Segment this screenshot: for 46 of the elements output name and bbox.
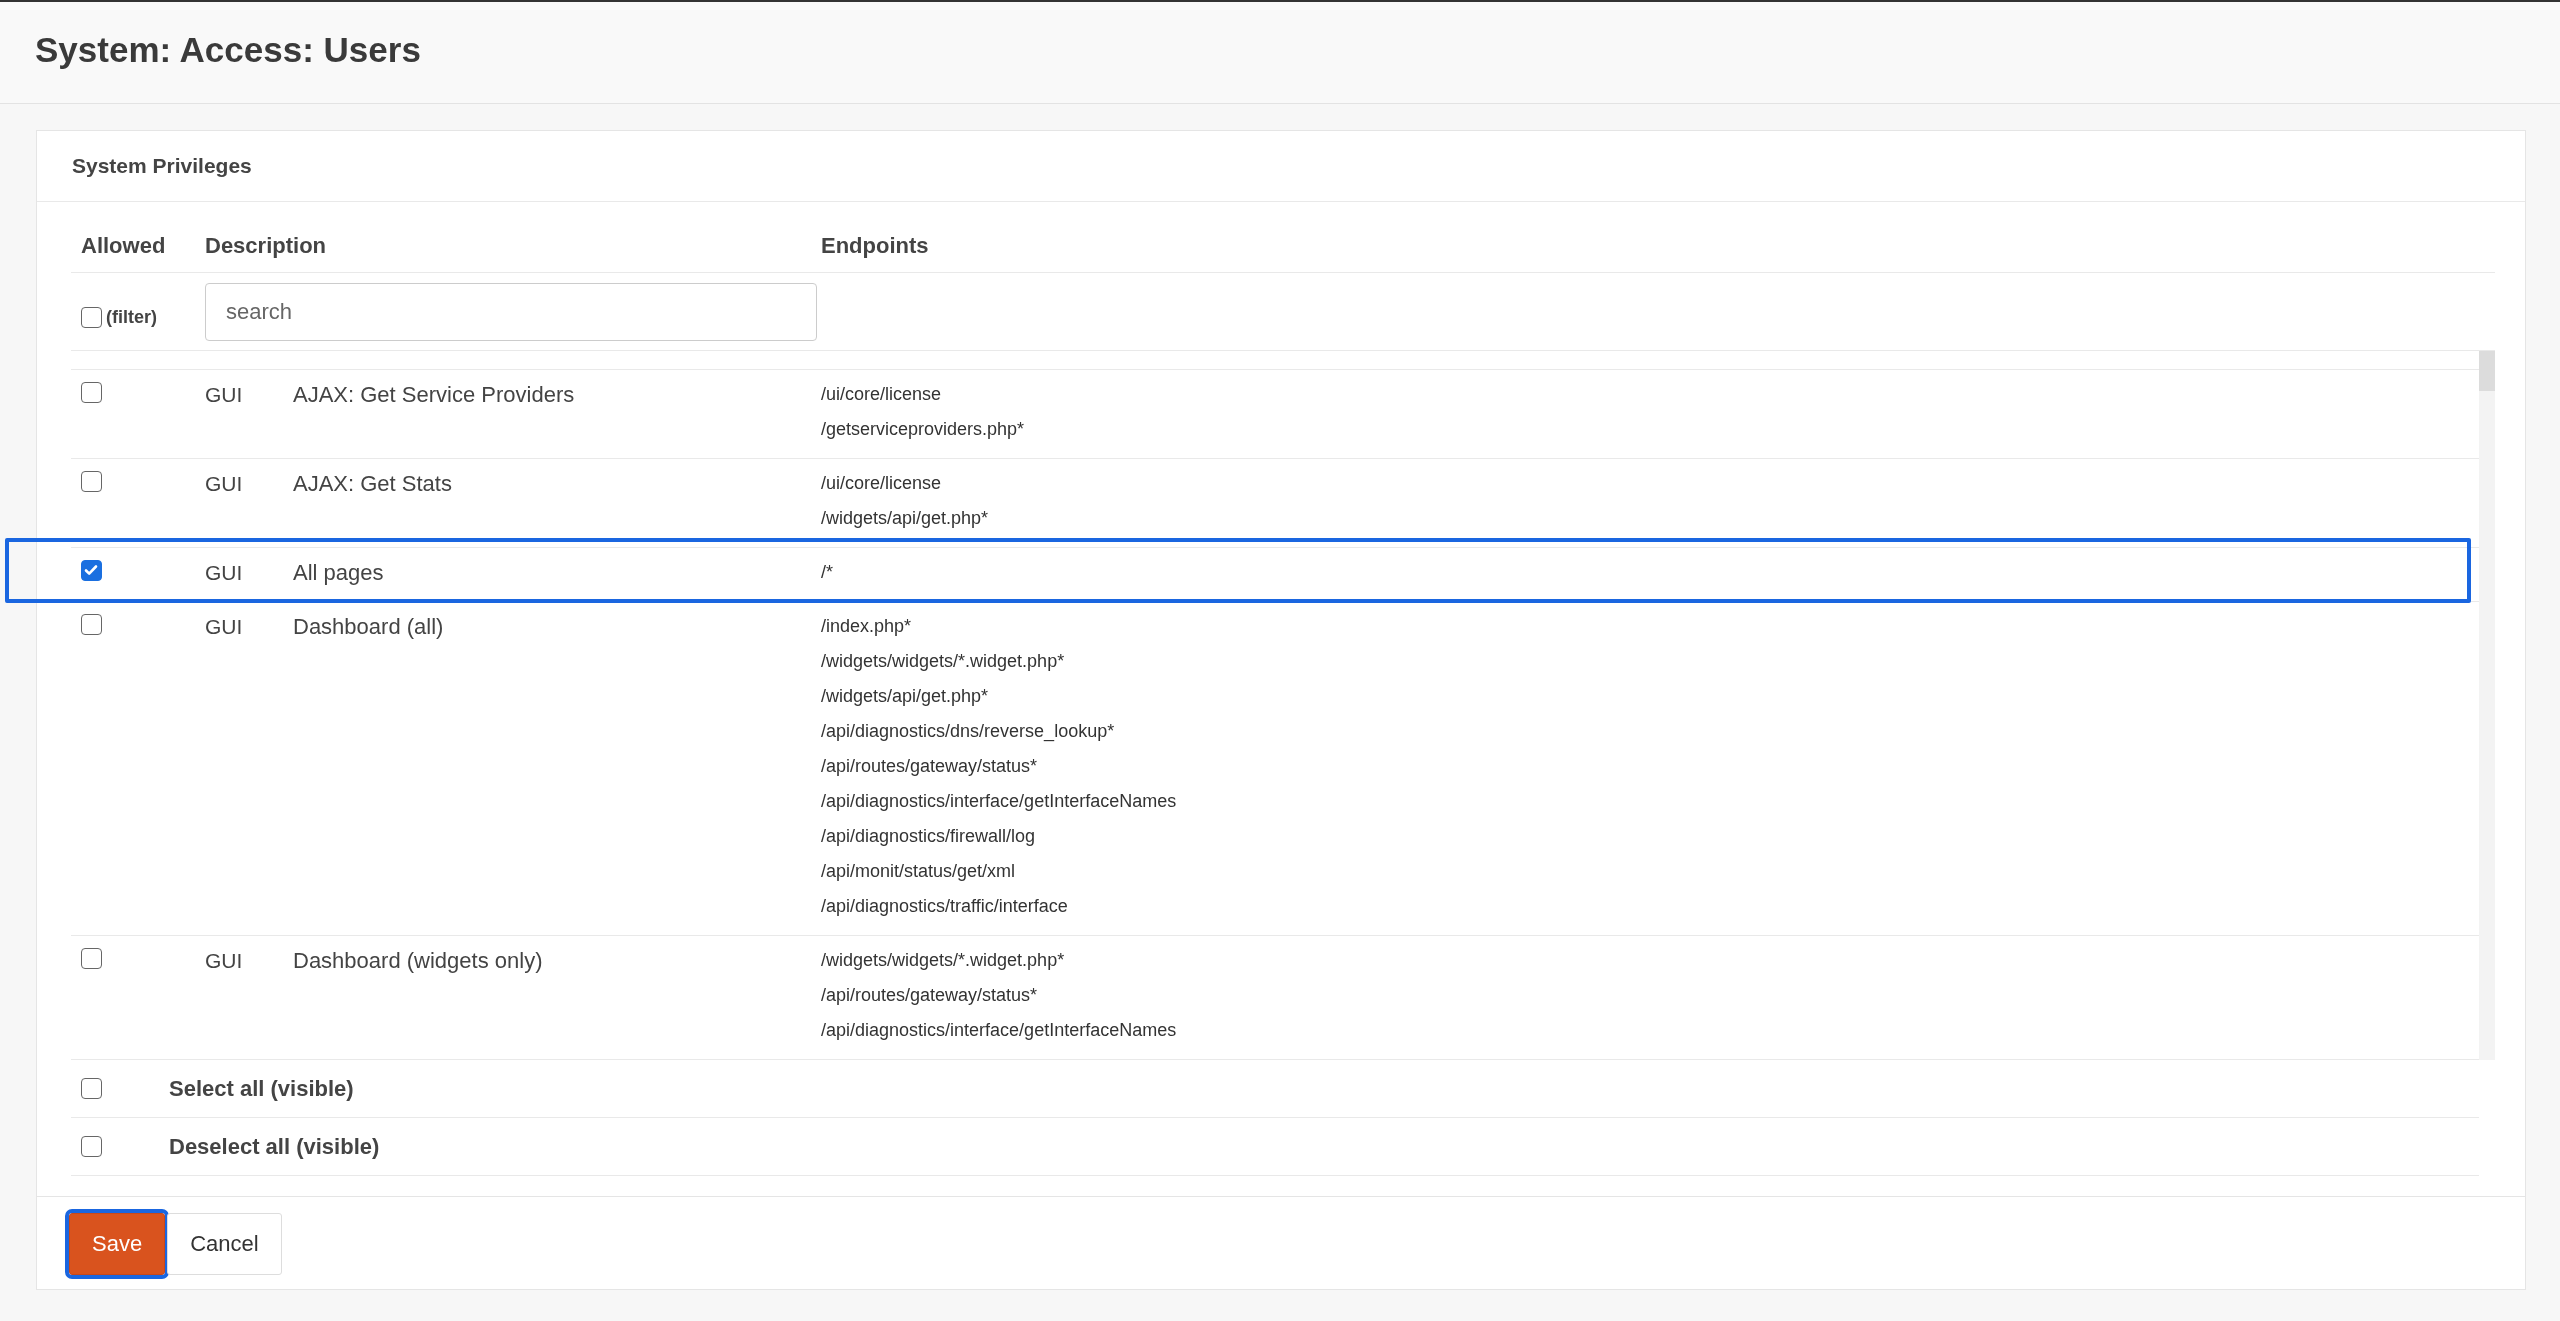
endpoint-path: /widgets/widgets/*.widget.php* — [821, 949, 1066, 972]
privilege-name: AJAX: Get Service Providers — [293, 381, 576, 409]
endpoint-path: /api/routes/gateway/status* — [821, 984, 1039, 1007]
endpoint-path: /getserviceproviders.php* — [821, 418, 1025, 441]
endpoint-path: /api/diagnostics/firewall/log — [821, 825, 1037, 848]
bulk-action-label[interactable]: Deselect all (visible) — [169, 1133, 380, 1160]
page-title: System: Access: Users — [34, 29, 422, 70]
endpoint-path: /api/diagnostics/traffic/interface — [821, 895, 1069, 918]
privilege-name: All pages — [293, 559, 385, 587]
privilege-name: Dashboard (widgets only) — [293, 947, 544, 975]
column-header: Description — [205, 233, 328, 259]
filter-label: (filter) — [106, 307, 157, 328]
column-header: Endpoints — [821, 233, 929, 259]
category-label: GUI — [205, 614, 244, 640]
category-label: GUI — [205, 382, 244, 408]
privilege-name: Dashboard (all) — [293, 613, 445, 641]
endpoint-path: /api/diagnostics/interface/getInterfaceNames — [821, 1019, 1177, 1042]
endpoint-path: /ui/core/license — [821, 383, 943, 406]
category-label: GUI — [205, 560, 244, 586]
bulk-action-label[interactable]: Select all (visible) — [169, 1075, 354, 1102]
checkbox[interactable] — [81, 948, 102, 969]
scrollbar[interactable] — [2479, 351, 2495, 1060]
endpoint-path: /widgets/api/get.php* — [821, 507, 989, 530]
checkbox[interactable] — [81, 1136, 102, 1157]
privilege-name: AJAX: Get Stats — [293, 470, 453, 498]
endpoint-path: /api/diagnostics/interface/getInterfaceNames — [821, 790, 1177, 813]
endpoint-path: /widgets/widgets/*.widget.php* — [821, 650, 1066, 673]
checkbox[interactable] — [81, 307, 102, 328]
endpoint-path: /widgets/api/get.php* — [821, 685, 990, 708]
endpoint-path: /api/routes/gateway/status* — [821, 755, 1039, 778]
checkbox[interactable] — [81, 382, 102, 403]
endpoint-path: /* — [821, 561, 833, 584]
card-title: System Privileges — [72, 154, 252, 178]
cancel-button[interactable]: Cancel — [167, 1213, 282, 1275]
checkbox[interactable] — [81, 560, 102, 581]
endpoint-path: /api/monit/status/get/xml — [821, 860, 1017, 883]
column-header: Allowed — [80, 233, 167, 259]
endpoint-path: /ui/core/license — [821, 472, 943, 495]
search-field[interactable]: search — [205, 282, 817, 341]
endpoint-path: /index.php* — [821, 615, 913, 638]
checkbox[interactable] — [81, 614, 102, 635]
category-label: GUI — [205, 471, 244, 497]
checkbox[interactable] — [81, 471, 102, 492]
checkbox[interactable] — [81, 1078, 102, 1099]
endpoint-path: /api/diagnostics/dns/reverse_lookup* — [821, 720, 1116, 744]
category-label: GUI — [205, 948, 244, 974]
